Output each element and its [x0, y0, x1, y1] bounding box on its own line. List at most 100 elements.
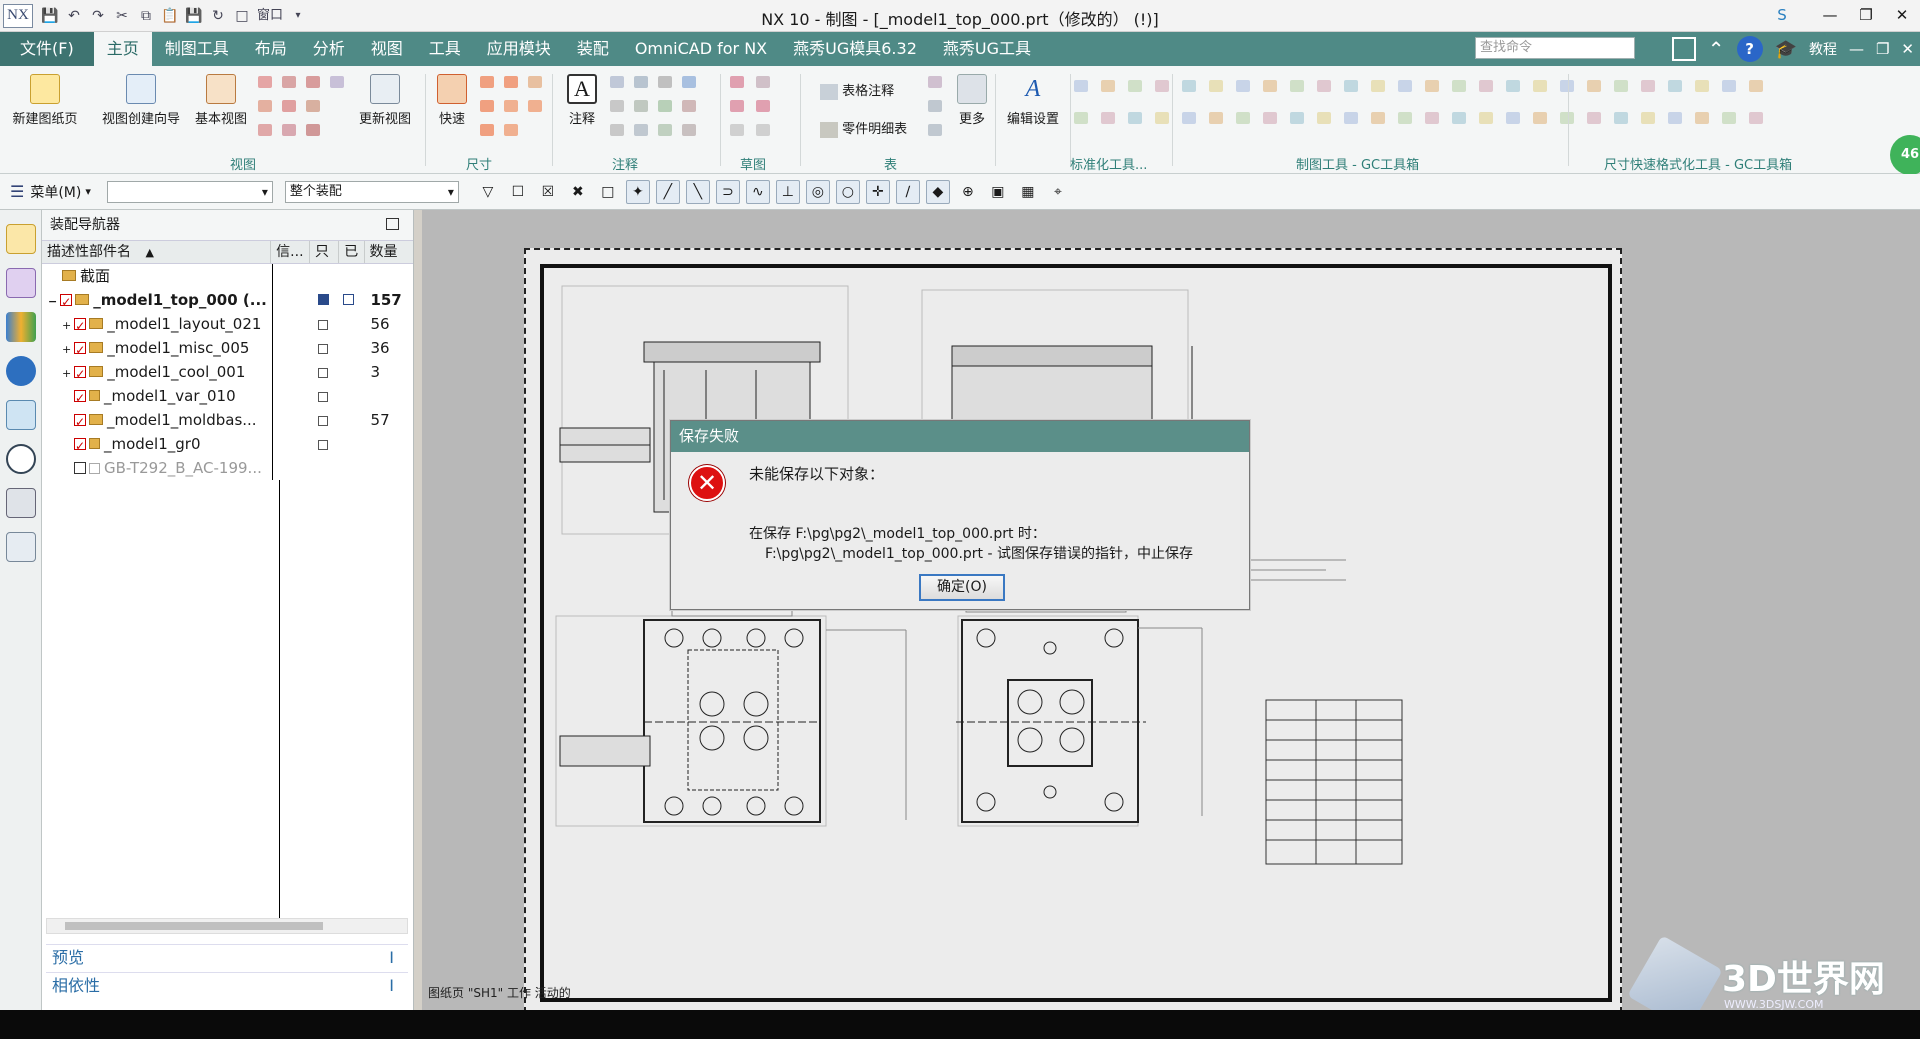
- doc-minimize-icon[interactable]: —: [1849, 40, 1864, 58]
- tree-row[interactable]: _model1_gr0: [42, 432, 413, 456]
- chevron-down-icon[interactable]: ▾: [85, 185, 91, 198]
- sketch-point-icon[interactable]: [756, 124, 770, 136]
- doc-close-icon[interactable]: ✕: [1901, 40, 1914, 58]
- sketch-profile-icon[interactable]: [730, 76, 744, 88]
- tab-tools[interactable]: 工具: [416, 32, 474, 66]
- column-info[interactable]: 信...: [271, 241, 311, 263]
- projected-view-icon[interactable]: [258, 76, 272, 88]
- checkbox[interactable]: [74, 461, 86, 474]
- drafting-navigator-icon[interactable]: [5, 532, 36, 562]
- tab-assembly[interactable]: 装配: [564, 32, 622, 66]
- section-view-icon[interactable]: [282, 76, 296, 88]
- tree-row[interactable]: _model1_moldbas... 57: [42, 408, 413, 432]
- close-icon[interactable]: ✕: [1884, 0, 1920, 32]
- gc-tool-icon[interactable]: [1344, 112, 1358, 124]
- pin-icon[interactable]: I: [389, 945, 394, 971]
- feature-control-frame-icon[interactable]: [610, 76, 624, 88]
- gc-tool-icon[interactable]: [1371, 112, 1385, 124]
- snap-curve-icon[interactable]: ⊃: [715, 179, 740, 204]
- gc-tool-icon[interactable]: [1695, 80, 1709, 92]
- intersection-symbol-icon[interactable]: [682, 124, 696, 136]
- type-filter-select[interactable]: [106, 180, 273, 203]
- center-mark-icon[interactable]: [658, 124, 672, 136]
- gc-tool-icon[interactable]: [1695, 112, 1709, 124]
- ok-button[interactable]: 确定(O): [919, 574, 1005, 601]
- tree-row[interactable]: GB-T292_B_AC-199...: [42, 456, 413, 480]
- gc-tool-icon[interactable]: [1614, 112, 1628, 124]
- checkbox[interactable]: [60, 290, 73, 312]
- gc-tool-icon[interactable]: [1074, 112, 1088, 124]
- fullscreen-icon[interactable]: [1671, 37, 1696, 61]
- gc-tool-icon[interactable]: [1506, 80, 1520, 92]
- column-name[interactable]: 描述性部件名 ▲: [42, 241, 272, 263]
- copy-icon[interactable]: ⧉: [137, 7, 155, 25]
- gc-tool-icon[interactable]: [1479, 80, 1493, 92]
- checkbox[interactable]: [74, 410, 86, 432]
- tab-home[interactable]: 主页: [93, 32, 152, 66]
- tab-yanxiu-tools[interactable]: 燕秀UG工具: [930, 32, 1044, 66]
- gc-tool-icon[interactable]: [1155, 80, 1169, 92]
- preview-section[interactable]: 预览 I: [46, 944, 408, 970]
- column-readonly[interactable]: 只: [310, 241, 340, 263]
- gc-tool-icon[interactable]: [1317, 112, 1331, 124]
- orient-view-icon[interactable]: ⌖: [1046, 180, 1070, 204]
- assembly-navigator-icon[interactable]: [5, 224, 36, 254]
- new-sheet-button[interactable]: 新建图纸页: [8, 74, 82, 127]
- gc-tool-icon[interactable]: [1209, 112, 1223, 124]
- gc-tool-icon[interactable]: [1587, 112, 1601, 124]
- gc-tool-icon[interactable]: [1425, 80, 1439, 92]
- selection-scope-select[interactable]: 整个装配: [284, 180, 459, 203]
- chamfer-dimension-icon[interactable]: [480, 100, 494, 112]
- history-icon[interactable]: [5, 444, 36, 474]
- cut-icon[interactable]: ✂: [113, 7, 131, 25]
- reuse-library-icon[interactable]: [5, 312, 36, 342]
- window-menu[interactable]: 窗口: [257, 7, 283, 25]
- tree-row[interactable]: 截面: [42, 264, 413, 288]
- file-menu[interactable]: 文件(F): [0, 32, 94, 66]
- more-button[interactable]: 更多: [952, 74, 992, 127]
- perimeter-dimension-icon[interactable]: [504, 124, 518, 136]
- local-section-icon[interactable]: [306, 124, 320, 136]
- gc-tool-icon[interactable]: [1506, 112, 1520, 124]
- gc-tool-icon[interactable]: [1425, 112, 1439, 124]
- tab-layout[interactable]: 布局: [242, 32, 300, 66]
- symbol-icon[interactable]: [610, 100, 624, 112]
- expand-icon[interactable]: +: [62, 343, 71, 356]
- auxiliary-view-icon[interactable]: [306, 100, 320, 112]
- gc-tool-icon[interactable]: [1560, 112, 1574, 124]
- zoom-fit-icon[interactable]: ⊕: [956, 180, 980, 204]
- repeat-command-icon[interactable]: ↻: [209, 7, 227, 25]
- snap-endpoint-icon[interactable]: ✦: [625, 179, 650, 204]
- gc-tool-icon[interactable]: [1452, 112, 1466, 124]
- view-break-icon[interactable]: [258, 100, 272, 112]
- gc-tool-icon[interactable]: [1668, 80, 1682, 92]
- checkbox[interactable]: [74, 338, 87, 360]
- gc-tool-icon[interactable]: [1722, 80, 1736, 92]
- thickness-dimension-icon[interactable]: [504, 100, 518, 112]
- web-browser-icon[interactable]: [5, 356, 36, 386]
- gc-tool-icon[interactable]: [1263, 112, 1277, 124]
- gc-tool-icon[interactable]: [1641, 112, 1655, 124]
- filter-icon[interactable]: ▽: [476, 180, 500, 204]
- linear-dimension-icon[interactable]: [480, 76, 494, 88]
- collapse-ribbon-icon[interactable]: ⌃: [1708, 37, 1725, 61]
- constraint-navigator-icon[interactable]: [5, 268, 36, 298]
- ordinate-dimension-icon[interactable]: [480, 124, 494, 136]
- menu-icon[interactable]: ☰: [10, 182, 24, 201]
- expand-icon[interactable]: +: [62, 367, 71, 380]
- column-quantity[interactable]: 数量: [365, 241, 413, 263]
- gc-tool-icon[interactable]: [1290, 80, 1304, 92]
- horizontal-scrollbar[interactable]: [46, 918, 408, 934]
- arc-length-dimension-icon[interactable]: [528, 100, 542, 112]
- weld-symbol-icon[interactable]: [658, 100, 672, 112]
- gc-tool-icon[interactable]: [1398, 112, 1412, 124]
- expand-icon[interactable]: +: [62, 319, 71, 332]
- snap-tangent-icon[interactable]: ∕: [895, 179, 920, 204]
- snap-face-icon[interactable]: ◆: [925, 179, 950, 204]
- datum-target-icon[interactable]: [658, 76, 672, 88]
- paste-icon[interactable]: 📋: [161, 7, 179, 25]
- sketch-circle-icon[interactable]: [730, 124, 744, 136]
- chevron-down-icon[interactable]: ▾: [289, 7, 307, 25]
- gc-tool-icon[interactable]: [1263, 80, 1277, 92]
- gc-tool-icon[interactable]: [1128, 112, 1142, 124]
